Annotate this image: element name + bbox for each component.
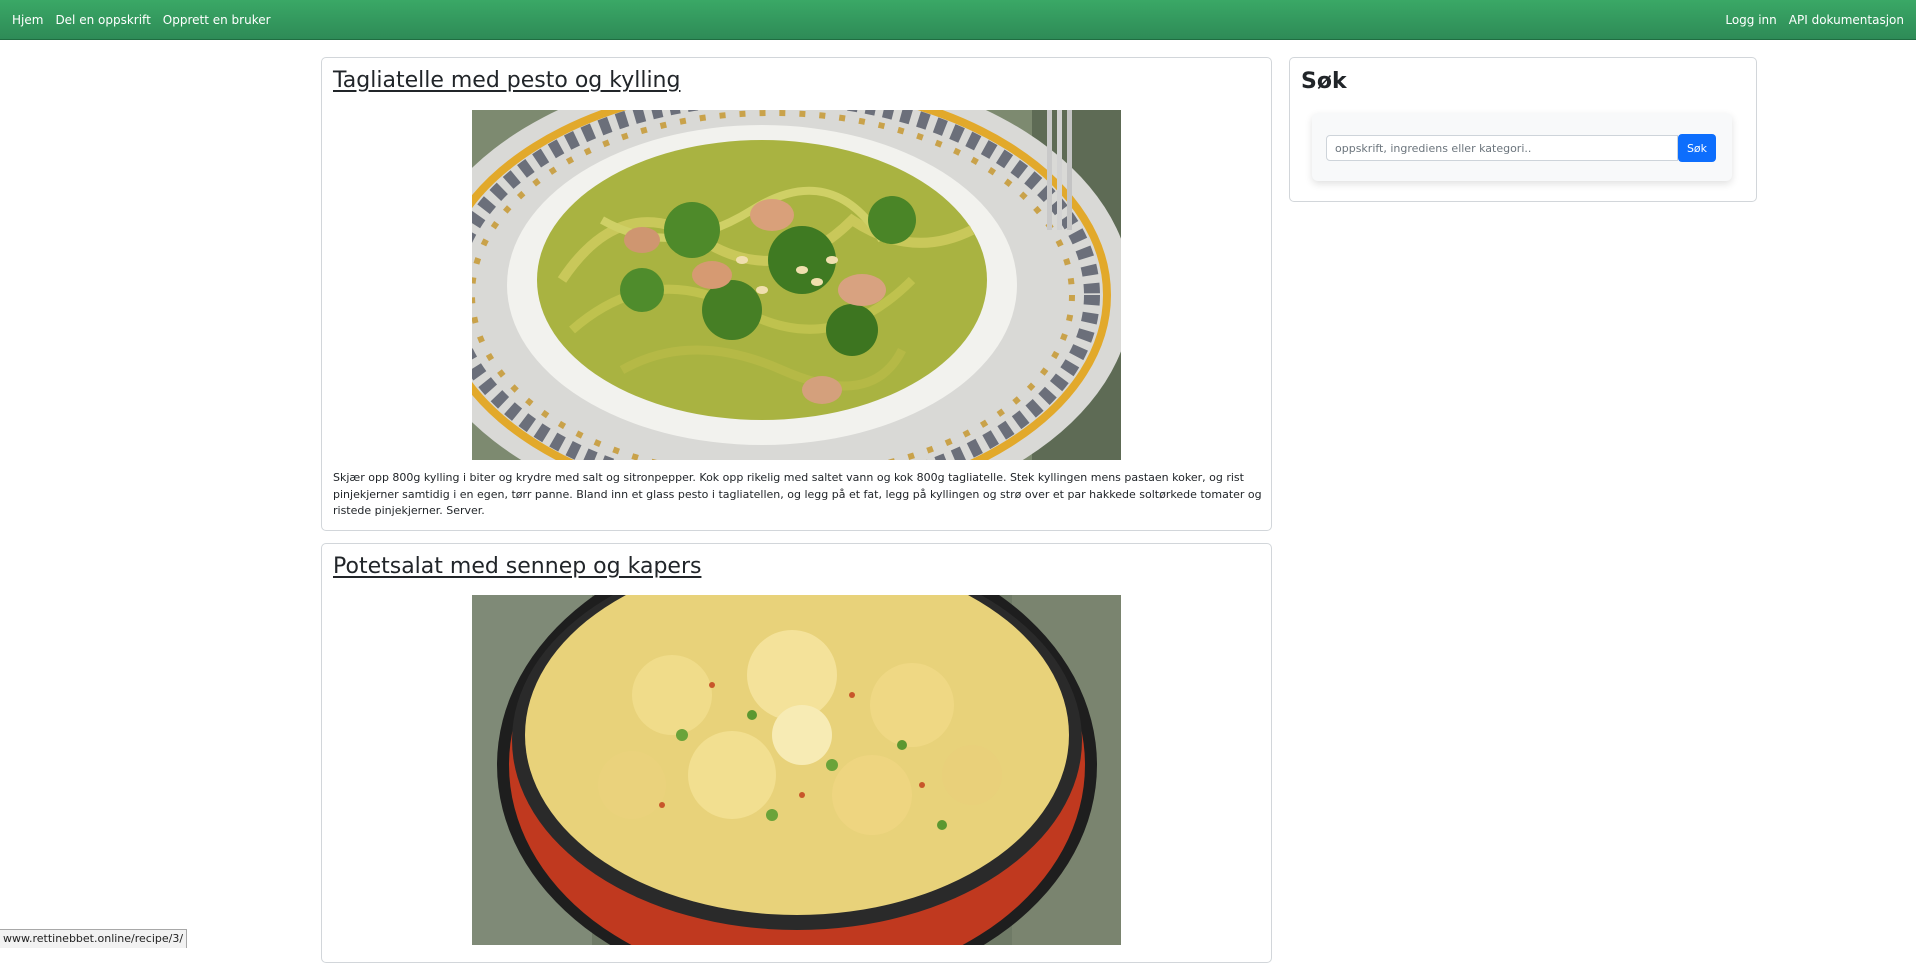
top-navbar: Hjem Del en oppskrift Opprett en bruker … <box>0 0 1916 40</box>
recipe-card: Potetsalat med sennep og kapers <box>321 543 1272 963</box>
recipe-title-link[interactable]: Tagliatelle med pesto og kylling <box>333 68 680 93</box>
nav-link-home[interactable]: Hjem <box>12 13 43 27</box>
nav-link-api-docs[interactable]: API dokumentasjon <box>1789 13 1904 27</box>
search-heading: Søk <box>1301 69 1347 94</box>
recipe-image[interactable] <box>472 110 1121 460</box>
search-form: Søk <box>1312 113 1732 181</box>
nav-link-share-recipe[interactable]: Del en oppskrift <box>55 13 150 27</box>
nav-left-group: Hjem Del en oppskrift Opprett en bruker <box>12 0 271 40</box>
nav-link-create-user[interactable]: Opprett en bruker <box>163 13 271 27</box>
search-button[interactable]: Søk <box>1678 134 1716 162</box>
recipe-title-link[interactable]: Potetsalat med sennep og kapers <box>333 554 701 579</box>
status-bar-url: www.rettinebbet.online/recipe/3/ <box>0 929 188 948</box>
recipe-image[interactable] <box>472 595 1121 945</box>
search-input[interactable] <box>1326 135 1678 161</box>
search-card: Søk Søk <box>1289 57 1757 202</box>
nav-link-login[interactable]: Logg inn <box>1725 13 1776 27</box>
recipe-description: Skjær opp 800g kylling i biter og krydre… <box>333 471 1262 517</box>
recipe-card: Tagliatelle med pesto og kylling Skjær o… <box>321 57 1272 531</box>
nav-right-group: Logg inn API dokumentasjon <box>1725 0 1904 40</box>
pasta-photo-illustration <box>472 110 1121 460</box>
potato-salad-photo-illustration <box>472 595 1121 945</box>
